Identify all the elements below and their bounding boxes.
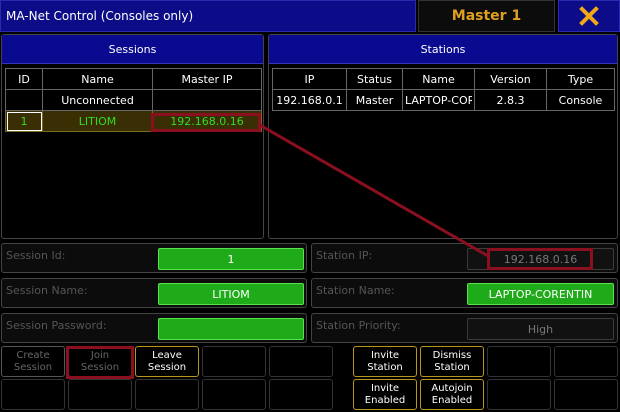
col-name[interactable]: Name — [42, 68, 153, 90]
join-session-line1: Join — [90, 349, 110, 361]
table-row[interactable]: 192.168.0.1 Master LAPTOP-COR 2.8.3 Cons… — [272, 89, 615, 111]
cell-ip[interactable]: 192.168.0.1 — [272, 89, 347, 111]
empty-button[interactable] — [202, 379, 266, 410]
station-ip-label: Station IP: — [316, 249, 373, 262]
station-ip-field[interactable]: 192.168.0.16 — [467, 248, 614, 270]
window-title: MA-Net Control (Consoles only) — [6, 9, 194, 23]
sessions-header: Sessions — [2, 35, 263, 64]
session-name-field[interactable]: LITIOM — [158, 283, 304, 305]
create-session-button[interactable]: Create Session — [1, 346, 65, 377]
stations-panel: Stations IP Status Name Version Type 192… — [268, 34, 618, 239]
cell-ip-text: 192.168.0.1 — [276, 93, 343, 107]
cell-version[interactable]: 2.8.3 — [474, 89, 547, 111]
sessions-panel: Sessions ID Name Master IP Unconnected 1… — [1, 34, 264, 239]
invite-enabled-line2: Enabled — [364, 394, 406, 406]
autojoin-enabled-line1: Autojoin — [431, 382, 473, 394]
invite-station-line1: Invite — [370, 349, 400, 361]
master-indicator[interactable]: Master 1 — [418, 0, 555, 32]
join-session-button[interactable]: Join Session — [68, 346, 132, 377]
table-row[interactable]: Unconnected — [5, 89, 262, 111]
station-name-label: Station Name: — [316, 284, 395, 297]
session-password-field[interactable] — [158, 318, 304, 340]
col-id[interactable]: ID — [5, 68, 43, 90]
stations-table: IP Status Name Version Type 192.168.0.1 … — [272, 68, 615, 111]
autojoin-enabled-line2: Enabled — [431, 394, 473, 406]
empty-button[interactable] — [487, 379, 551, 410]
master-label: Master 1 — [451, 8, 522, 24]
invite-enabled-button[interactable]: Invite Enabled — [353, 379, 417, 410]
cell-name-text: LAPTOP-COR — [405, 93, 472, 107]
invite-enabled-line1: Invite — [370, 382, 400, 394]
leave-session-line2: Session — [147, 361, 187, 373]
session-password-label: Session Password: — [6, 319, 107, 332]
empty-button[interactable] — [68, 379, 132, 410]
empty-button[interactable] — [554, 379, 618, 410]
empty-button[interactable] — [202, 346, 266, 377]
session-id-row: Session Id: 1 — [1, 243, 307, 273]
leave-session-button[interactable]: Leave Session — [135, 346, 199, 377]
station-ip-row: Station IP: 192.168.0.16 — [311, 243, 618, 273]
close-button[interactable] — [558, 0, 620, 32]
session-name-label: Session Name: — [6, 284, 88, 297]
empty-button[interactable] — [135, 379, 199, 410]
station-name-row: Station Name: LAPTOP-CORENTIN — [311, 278, 618, 308]
stations-title: Stations — [420, 42, 466, 56]
station-priority-label: Station Priority: — [316, 319, 401, 332]
station-priority-field[interactable]: High — [467, 318, 614, 340]
invite-station-button[interactable]: Invite Station — [353, 346, 417, 377]
leave-session-line1: Leave — [152, 349, 182, 361]
session-id-label: Session Id: — [6, 249, 66, 262]
col-ip[interactable]: IP — [272, 68, 347, 90]
station-priority-row: Station Priority: High — [311, 313, 618, 343]
dismiss-station-line2: Station — [434, 361, 470, 373]
session-id-field[interactable]: 1 — [158, 248, 304, 270]
cell-id[interactable] — [5, 89, 43, 111]
col-status[interactable]: Status — [346, 68, 403, 90]
table-row[interactable]: 1 LITIOM 192.168.0.16 — [5, 110, 262, 132]
sessions-header-row: ID Name Master IP — [5, 68, 262, 90]
station-name-field[interactable]: LAPTOP-CORENTIN — [467, 283, 614, 305]
sessions-table: ID Name Master IP Unconnected 1 LITIOM 1… — [5, 68, 262, 132]
col-name[interactable]: Name — [402, 68, 475, 90]
invite-station-line2: Station — [367, 361, 403, 373]
cell-status[interactable]: Master — [346, 89, 403, 111]
dismiss-station-line1: Dismiss — [432, 349, 472, 361]
stations-header-row: IP Status Name Version Type — [272, 68, 615, 90]
cell-master-ip[interactable] — [152, 89, 262, 111]
window-title-bar: MA-Net Control (Consoles only) — [0, 0, 416, 32]
cell-id[interactable]: 1 — [5, 110, 43, 132]
close-x-icon — [579, 6, 599, 26]
create-session-line2: Session — [13, 361, 53, 373]
col-version[interactable]: Version — [474, 68, 547, 90]
cell-name[interactable]: Unconnected — [42, 89, 153, 111]
sessions-title: Sessions — [108, 42, 157, 56]
empty-button[interactable] — [487, 346, 551, 377]
empty-button[interactable] — [554, 346, 618, 377]
cell-name[interactable]: LITIOM — [42, 110, 153, 132]
cell-master-ip[interactable]: 192.168.0.16 — [152, 110, 262, 132]
empty-button[interactable] — [269, 346, 333, 377]
cell-type[interactable]: Console — [546, 89, 615, 111]
cell-name[interactable]: LAPTOP-COR — [402, 89, 475, 111]
empty-button[interactable] — [1, 379, 65, 410]
join-session-line2: Session — [80, 361, 120, 373]
create-session-line1: Create — [16, 349, 50, 361]
session-name-row: Session Name: LITIOM — [1, 278, 307, 308]
col-master-ip[interactable]: Master IP — [152, 68, 262, 90]
stations-header: Stations — [269, 35, 617, 64]
session-password-row: Session Password: — [1, 313, 307, 343]
col-type[interactable]: Type — [546, 68, 615, 90]
empty-button[interactable] — [269, 379, 333, 410]
dismiss-station-button[interactable]: Dismiss Station — [420, 346, 484, 377]
autojoin-enabled-button[interactable]: Autojoin Enabled — [420, 379, 484, 410]
